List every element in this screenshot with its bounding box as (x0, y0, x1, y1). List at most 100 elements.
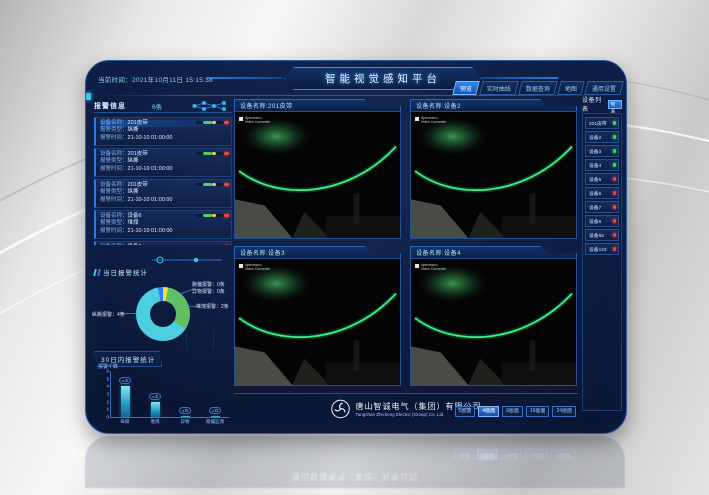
alarm-sidebar: 报警信息 6条 设备名称：201皮带 报警类型：纵撕 (94, 99, 232, 425)
video-header: 设备名称:201皮带 (234, 99, 401, 111)
bar-value: 0 (209, 407, 221, 414)
alarm-card[interactable]: 设备名称：201皮带 报警类型：纵撕 报警时间：21-10-10 01:00:0… (94, 117, 232, 146)
monthly-alarm-bar-chart: 报警个数 6 5 4 3 2 1 0 4 2 (94, 365, 232, 425)
screen-9-button[interactable]: 9画面 (502, 406, 523, 417)
donut-chart (136, 287, 190, 341)
screen-split-buttons: 1画面 4画面 9画面 16画面 24画面 (455, 406, 576, 417)
status-dot (613, 191, 617, 195)
y-tick: 0 (102, 415, 109, 420)
status-dot (613, 149, 617, 153)
donut-label: 跑偏报警：0条 (192, 281, 225, 288)
video-scene (235, 112, 400, 238)
bar-value: 4 (119, 377, 131, 384)
device-item[interactable]: 设备55 (585, 229, 619, 241)
donut-label: 堆煤报警：2条 (196, 303, 229, 310)
x-tick: 纵撕 (121, 419, 130, 425)
status-dot (613, 121, 617, 125)
bar (151, 402, 160, 417)
device-item[interactable]: 设备2 (585, 131, 619, 143)
title-decoration-left (206, 77, 282, 79)
device-list-toggle-button[interactable]: 列表 (608, 100, 622, 109)
alarm-level-indicator (196, 214, 228, 217)
y-tick: 1 (102, 407, 109, 412)
dashboard-panel: 当前时间：2021年10月11日 15:15:38 智能视觉感知平台 预览 实时… (85, 60, 627, 434)
bar (121, 386, 130, 417)
alarm-card[interactable]: 设备名称：201皮带 报警类型：纵撕 报警时间：21-10-10 01:00:0… (94, 148, 232, 177)
desktop-background: 当前时间：2021年10月11日 15:15:38 智能视觉感知平台 预览 实时… (0, 0, 709, 495)
page-title-frame: 智能视觉感知平台 (284, 67, 482, 90)
tab-settings[interactable]: 通用设置 (584, 81, 624, 95)
donut-label: 异物报警：0条 (192, 288, 225, 295)
company-logo-icon (331, 399, 351, 419)
header-divider (96, 95, 616, 96)
alarm-card[interactable]: 设备名称：201皮带 报警类型：纵撕 报警时间：21-10-10 01:00:0… (94, 179, 232, 208)
device-item[interactable]: 设备4 (585, 159, 619, 171)
status-dot (613, 163, 617, 167)
bar-column: 2 (145, 393, 165, 417)
video-scene (411, 112, 576, 238)
device-item[interactable]: 设备6 (585, 187, 619, 199)
watermark-logo-icon (239, 117, 243, 121)
status-dot (613, 247, 617, 251)
screen-24-button[interactable]: 24画面 (552, 406, 576, 417)
video-feed: ApexmicroVideo Converter (410, 111, 577, 239)
y-tick: 4 (102, 384, 109, 389)
page-title: 智能视觉感知平台 (325, 71, 441, 86)
alarm-level-indicator (196, 121, 228, 124)
screen-4-button[interactable]: 4画面 (478, 406, 499, 417)
device-item[interactable]: 设备123 (585, 243, 619, 255)
device-list-header: 设备列表 列表 (582, 99, 622, 109)
screen-1-button[interactable]: 1画面 (455, 406, 476, 417)
tab-realtime-curve[interactable]: 实时曲线 (479, 81, 519, 95)
device-sidebar: 设备列表 列表 201皮带 设备2 设备3 设备4 设备5 设备6 设备7 设备… (582, 99, 622, 425)
top-nav-tabs: 预览 实时曲线 数据查询 地图 通用设置 (454, 81, 622, 95)
video-feed: ApexmicroVideo Converter (234, 111, 401, 239)
status-dot (613, 205, 617, 209)
y-tick: 6 (102, 369, 109, 374)
alarm-count-badge: 6条 (152, 101, 162, 111)
device-item[interactable]: 设备8 (585, 215, 619, 227)
donut-label: 纵撕报警：4条 (92, 311, 125, 318)
title-decoration-right (482, 77, 558, 79)
alarm-card[interactable]: 设备名称：设备6 报警类型：堆煤 报警时间：21-10-10 01:00:00 (94, 241, 232, 245)
video-panel-2[interactable]: 设备名称:设备2 ApexmicroVideo Conve (410, 99, 577, 239)
video-header: 设备名称:设备2 (410, 99, 577, 111)
alarm-card[interactable]: 设备名称：设备6 报警类型：堆煤 报警时间：21-10-10 01:00:00 (94, 210, 232, 239)
alarm-panel-title: 报警信息 (94, 101, 126, 111)
video-wall: 设备名称:201皮带 ApexmicroVideo Con (234, 99, 578, 391)
alarm-list: 设备名称：201皮带 报警类型：纵撕 报警时间：21-10-10 01:00:0… (94, 117, 232, 245)
video-feed: ApexmicroVideo Converter (410, 258, 577, 386)
video-panel-4[interactable]: 设备名称:设备4 ApexmicroVideo Conve (410, 246, 577, 386)
video-scene (411, 259, 576, 385)
video-panel-1[interactable]: 设备名称:201皮带 ApexmicroVideo Con (234, 99, 401, 239)
status-dot (613, 219, 617, 223)
tab-map[interactable]: 地图 (557, 81, 585, 95)
device-list-title: 设备列表 (582, 95, 606, 113)
device-list-container: 201皮带 设备2 设备3 设备4 设备5 设备6 设备7 设备8 设备55 设… (582, 113, 622, 411)
x-tick: 堆煤 (151, 419, 160, 425)
tab-data-query[interactable]: 数据查询 (518, 81, 558, 95)
bar (181, 416, 190, 418)
device-item[interactable]: 设备3 (585, 145, 619, 157)
bar-value: 2 (149, 393, 161, 400)
bar-value: 0 (179, 407, 191, 414)
converter-watermark: ApexmicroVideo Converter (415, 263, 446, 271)
status-dot (613, 177, 617, 181)
alarm-panel-header: 报警信息 6条 (94, 99, 232, 113)
device-item[interactable]: 201皮带 (585, 117, 619, 129)
screen-16-button[interactable]: 16画面 (526, 406, 550, 417)
y-tick: 5 (102, 376, 109, 381)
video-header: 设备名称:设备4 (410, 246, 577, 258)
y-tick: 3 (102, 392, 109, 397)
circuit-decoration (152, 255, 230, 265)
device-item[interactable]: 设备5 (585, 173, 619, 185)
device-item[interactable]: 设备7 (585, 201, 619, 213)
today-stats-title: 当日报警统计 (94, 267, 148, 277)
video-panel-3[interactable]: 设备名称:设备3 ApexmicroVideo Conve (234, 246, 401, 386)
bar (211, 416, 220, 418)
tab-preview[interactable]: 预览 (452, 81, 480, 95)
topology-icon (190, 100, 232, 112)
watermark-logo-icon (415, 264, 419, 268)
watermark-logo-icon (239, 264, 243, 268)
bar-column: 0 (205, 407, 225, 418)
